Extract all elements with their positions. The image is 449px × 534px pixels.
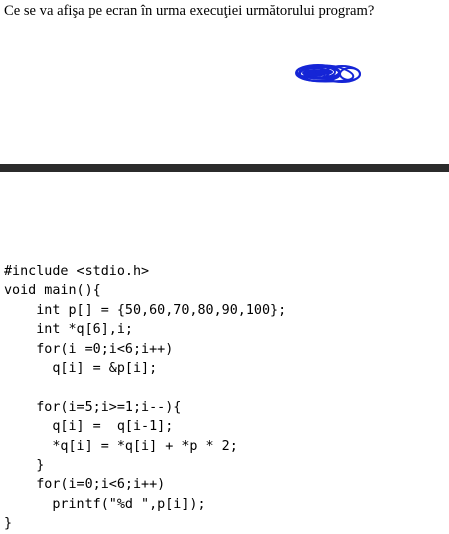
section-divider [0, 164, 449, 172]
code-line: } [4, 516, 13, 532]
code-line: printf("%d ",p[i]); [4, 496, 206, 512]
code-line: } [4, 458, 45, 474]
code-block: #include <stdio.h> void main(){ int p[] =… [4, 262, 286, 534]
code-line: for(i=5;i>=1;i--){ [4, 399, 182, 415]
question-text: Ce se va afişa pe ecran în urma execuţie… [4, 3, 375, 19]
code-line: q[i] = q[i-1]; [4, 419, 174, 435]
code-line: q[i] = &p[i]; [4, 361, 158, 377]
code-line: *q[i] = *q[i] + *p * 2; [4, 438, 238, 454]
code-line: int *q[6],i; [4, 322, 133, 338]
code-line: void main(){ [4, 283, 101, 299]
code-line: int p[] = {50,60,70,80,90,100}; [4, 302, 287, 318]
code-line: for(i =0;i<6;i++) [4, 341, 174, 357]
code-line: #include <stdio.h> [4, 264, 150, 279]
code-line: for(i=0;i<6;i++) [4, 477, 166, 493]
ink-scribble [295, 64, 361, 83]
